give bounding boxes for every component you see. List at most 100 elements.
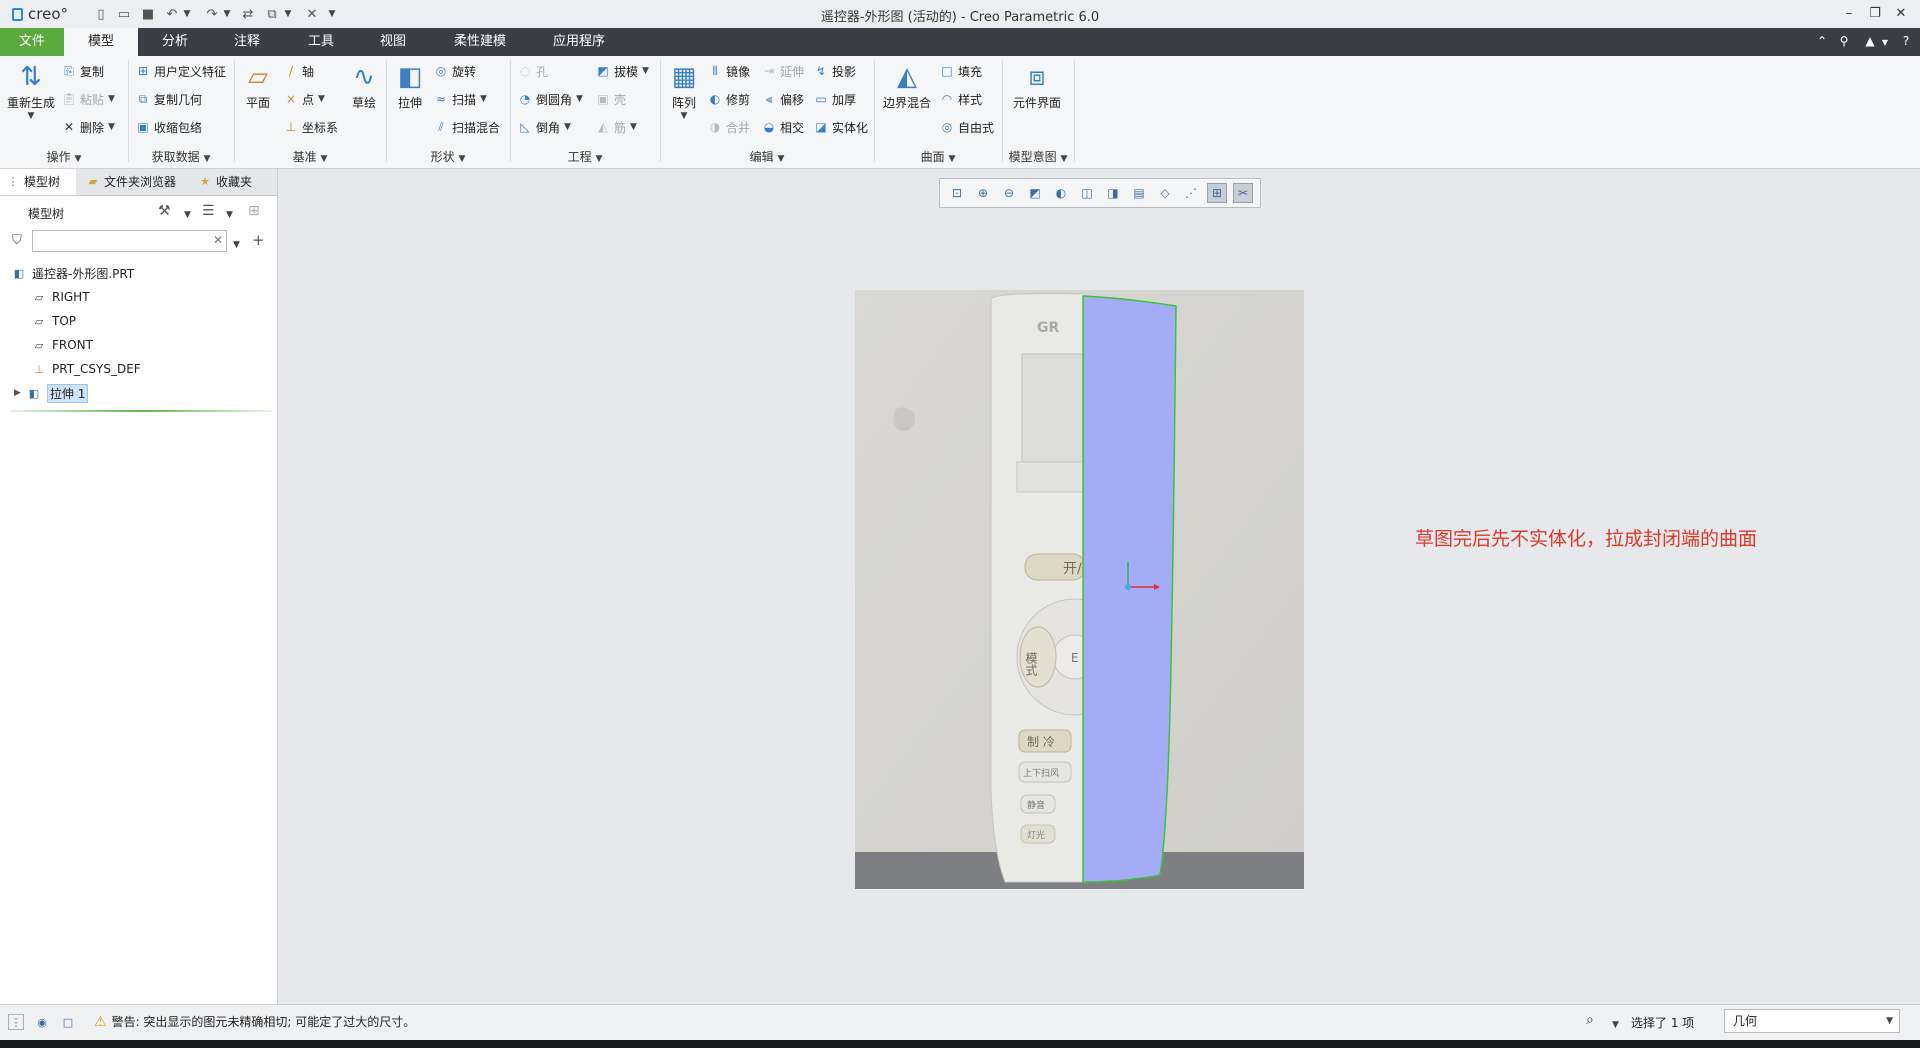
freestyle-button[interactable]: ◎ 自由式: [940, 118, 994, 136]
tree-columns-dropdown-icon[interactable]: ▼: [226, 206, 233, 220]
expand-arrow-icon[interactable]: ▶: [14, 388, 21, 398]
delete-button[interactable]: ✕ 删除 ▼: [62, 118, 115, 136]
group-label-engineering[interactable]: 工程 ▼: [510, 148, 660, 164]
sweep-button[interactable]: ≈ 扫描 ▼: [434, 90, 487, 108]
zoom-out-icon[interactable]: ⊖: [999, 183, 1019, 203]
sketch-button[interactable]: ∿ 草绘: [346, 60, 382, 111]
datum-plane-button[interactable]: ▱ 平面: [240, 60, 276, 111]
selection-filter-dropdown[interactable]: 几何 ▼: [1724, 1009, 1900, 1033]
shell-button[interactable]: ▣ 壳: [596, 90, 626, 108]
refit-icon[interactable]: ⊡: [947, 183, 967, 203]
repaint-icon[interactable]: ◩: [1025, 183, 1045, 203]
intersect-button[interactable]: ◒ 相交: [762, 118, 804, 136]
spin-center-icon[interactable]: ✂: [1233, 183, 1253, 203]
tab-model-tree[interactable]: ⋮ 模型树: [0, 169, 76, 195]
full-screen-icon[interactable]: □: [60, 1014, 76, 1030]
tree-item-csys[interactable]: ⊥ PRT_CSYS_DEF: [32, 358, 141, 380]
thicken-button[interactable]: ▭ 加厚: [814, 90, 856, 108]
rib-button[interactable]: ◭ 筋 ▼: [596, 118, 637, 136]
tab-folder-browser[interactable]: ▰ 文件夹浏览器: [80, 169, 190, 195]
paste-button[interactable]: 📋︎ 粘贴 ▼: [61, 90, 115, 108]
datum-display-icon[interactable]: ⋰: [1181, 183, 1201, 203]
minimize-ribbon-icon[interactable]: ⌃: [1814, 33, 1830, 49]
tree-columns-icon[interactable]: ☰: [202, 203, 215, 219]
tab-annotate[interactable]: 注释: [212, 28, 282, 56]
tree-item-front[interactable]: ▱ FRONT: [32, 334, 93, 356]
draft-button[interactable]: ◩ 拔模 ▼: [596, 62, 649, 80]
tree-item-extrude[interactable]: ▶ ◧ 拉伸 1: [14, 382, 89, 404]
copy-button[interactable]: ⎘ 复制: [62, 62, 104, 80]
close-icon[interactable]: ✕: [1890, 5, 1912, 23]
toggle-navigator-icon[interactable]: ⋮: [8, 1014, 24, 1030]
pattern-button[interactable]: ▦ 阵列 ▼: [666, 60, 702, 121]
datum-axis-button[interactable]: / 轴: [284, 62, 314, 80]
tree-search-input[interactable]: [32, 230, 227, 252]
tab-view[interactable]: 视图: [358, 28, 428, 56]
tab-favorites[interactable]: ★ 收藏夹: [192, 169, 272, 195]
section-icon[interactable]: ◇: [1155, 183, 1175, 203]
view-manager-icon[interactable]: ◨: [1103, 183, 1123, 203]
annotation-display-icon[interactable]: ⊞: [1207, 183, 1227, 203]
regenerate-button[interactable]: ⇅ 重新生成 ▼: [6, 60, 56, 121]
tab-tools[interactable]: 工具: [286, 28, 356, 56]
add-filter-icon[interactable]: +: [252, 231, 265, 249]
group-label-datum[interactable]: 基准 ▼: [234, 148, 386, 164]
solidify-button[interactable]: ◪ 实体化: [814, 118, 868, 136]
mirror-button[interactable]: ⫴ 镜像: [708, 62, 750, 80]
search-help-icon[interactable]: ⚲: [1836, 33, 1852, 49]
copy-geometry-button[interactable]: ⧉ 复制几何: [136, 90, 202, 108]
restore-icon[interactable]: ❐: [1864, 5, 1886, 23]
tab-flexible-modeling[interactable]: 柔性建模: [440, 28, 520, 56]
csys-button[interactable]: ⊥ 坐标系: [284, 118, 338, 136]
saved-orientations-icon[interactable]: ◫: [1077, 183, 1097, 203]
hole-button[interactable]: ◌ 孔: [518, 62, 548, 80]
display-style-icon[interactable]: ◐: [1051, 183, 1071, 203]
udf-button[interactable]: ⊞ 用户定义特征: [136, 62, 226, 80]
group-label-get-data[interactable]: 获取数据 ▼: [128, 148, 234, 164]
group-label-operations[interactable]: 操作 ▼: [0, 148, 128, 164]
tree-settings-dropdown-icon[interactable]: ▼: [184, 206, 191, 220]
tree-item-top[interactable]: ▱ TOP: [32, 310, 76, 332]
tree-show-icon[interactable]: ⊞: [248, 203, 260, 219]
tab-analysis[interactable]: 分析: [140, 28, 210, 56]
tab-file[interactable]: 文件: [0, 28, 64, 56]
tab-model[interactable]: 模型: [64, 28, 138, 56]
zoom-in-icon[interactable]: ⊕: [973, 183, 993, 203]
tree-item-right[interactable]: ▱ RIGHT: [32, 286, 90, 308]
group-label-model-intent[interactable]: 模型意图 ▼: [1002, 148, 1074, 164]
find-dropdown-icon[interactable]: ▼: [1612, 1016, 1619, 1030]
group-label-editing[interactable]: 编辑 ▼: [660, 148, 874, 164]
tab-applications[interactable]: 应用程序: [538, 28, 620, 56]
find-icon[interactable]: ⌕: [1586, 1012, 1594, 1028]
boundary-blend-button[interactable]: ◭ 边界混合: [880, 60, 934, 111]
clear-search-icon[interactable]: ✕: [213, 233, 223, 247]
tree-item-part[interactable]: ◧ 遥控器-外形图.PRT: [12, 262, 134, 284]
component-interface-button[interactable]: ⧈ 元件界面: [1010, 60, 1064, 111]
group-label-surfaces[interactable]: 曲面 ▼: [874, 148, 1002, 164]
merge-button[interactable]: ◑ 合并: [708, 118, 750, 136]
fill-button[interactable]: □ 填充: [940, 62, 982, 80]
perspective-icon[interactable]: ▤: [1129, 183, 1149, 203]
style-button[interactable]: ◠ 样式: [940, 90, 982, 108]
toggle-browser-icon[interactable]: ◉: [34, 1014, 50, 1030]
extrude-button[interactable]: ◧ 拉伸: [392, 60, 428, 111]
swept-blend-button[interactable]: ⫽ 扫描混合: [434, 118, 500, 136]
extend-button[interactable]: ⇥ 延伸: [762, 62, 804, 80]
shrinkwrap-button[interactable]: ▣ 收缩包络: [136, 118, 202, 136]
chamfer-button[interactable]: ◺ 倒角 ▼: [518, 118, 571, 136]
insert-indicator[interactable]: [10, 410, 272, 412]
trim-button[interactable]: ◐ 修剪: [708, 90, 750, 108]
offset-button[interactable]: ⫷ 偏移: [762, 90, 804, 108]
revolve-button[interactable]: ◎ 旋转: [434, 62, 476, 80]
group-label-shapes[interactable]: 形状 ▼: [386, 148, 510, 164]
editing-dropdown-icon: ▼: [777, 154, 785, 164]
help-dropdown-icon[interactable]: ▼: [1880, 33, 1890, 49]
minimize-icon[interactable]: –: [1838, 5, 1860, 23]
learning-connector-icon[interactable]: ▲: [1862, 33, 1878, 49]
project-button[interactable]: ↯ 投影: [814, 62, 856, 80]
help-icon[interactable]: ?: [1898, 33, 1914, 49]
datum-point-button[interactable]: × 点 ▼: [284, 90, 325, 108]
round-button[interactable]: ◔ 倒圆角 ▼: [518, 90, 583, 108]
tree-settings-icon[interactable]: ⚒: [158, 203, 171, 219]
search-options-dropdown-icon[interactable]: ▼: [233, 236, 240, 250]
